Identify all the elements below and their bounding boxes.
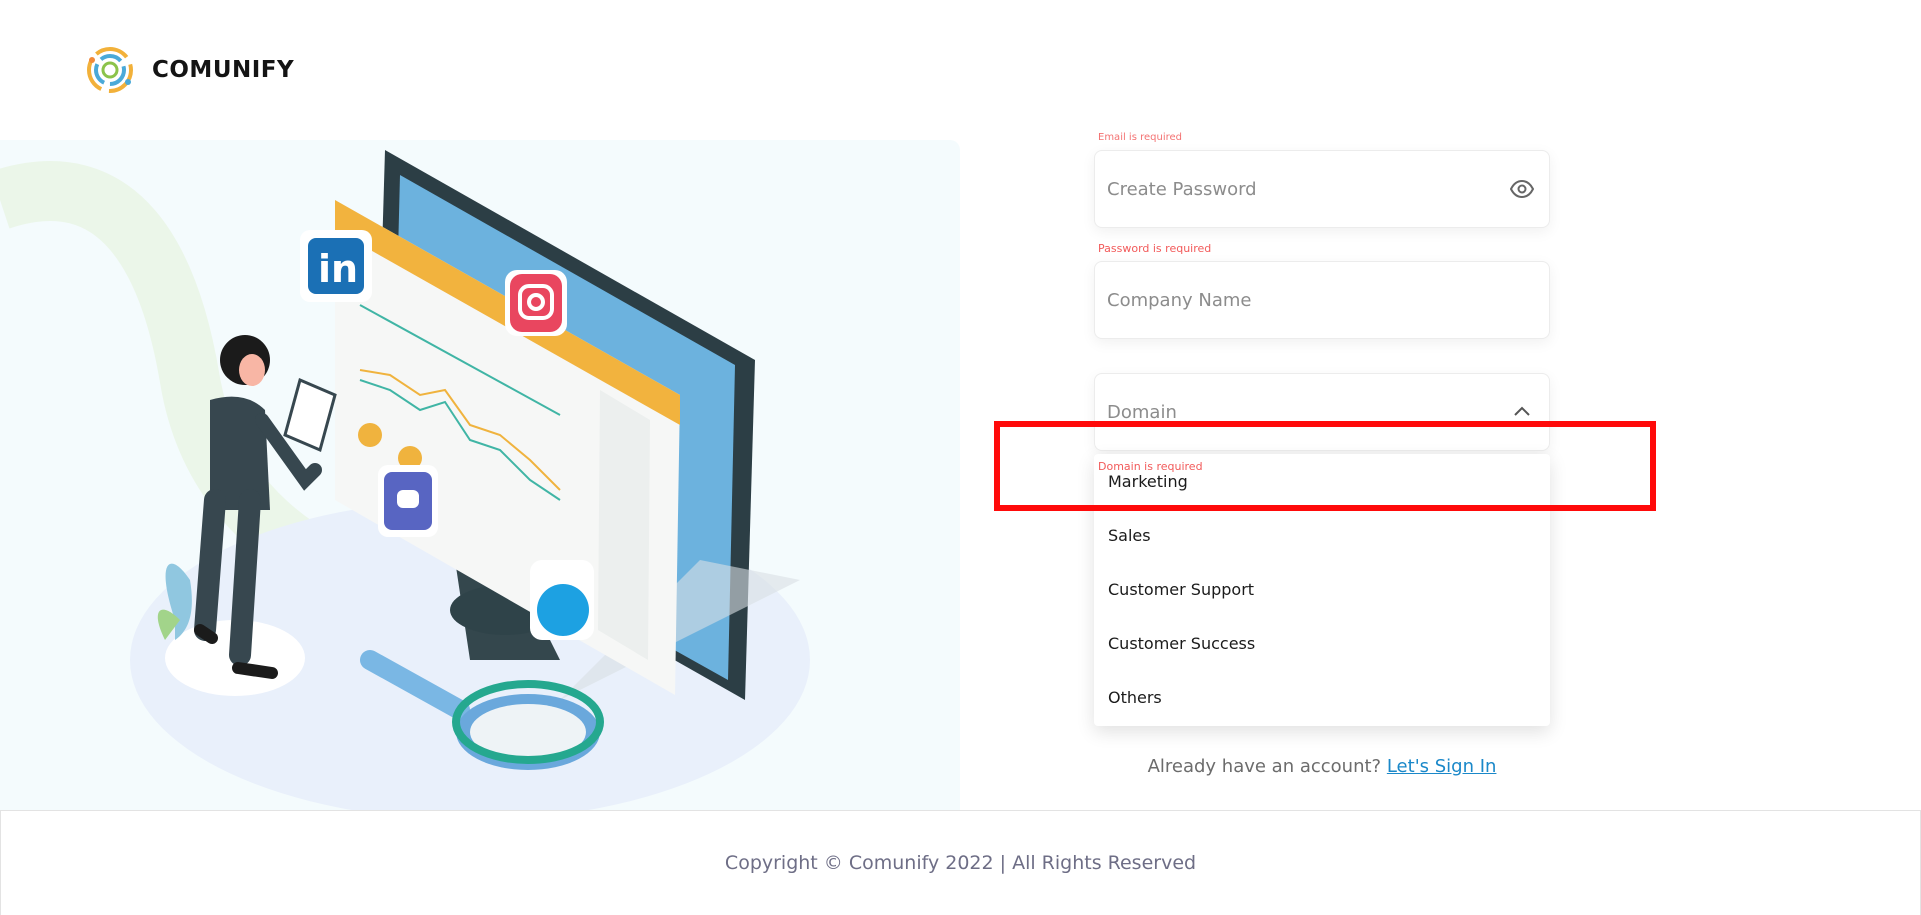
domain-option-sales[interactable]: Sales [1094,508,1550,562]
company-name-field[interactable]: Company Name [1094,261,1550,339]
domain-dropdown-menu: Marketing Sales Customer Support Custome… [1094,454,1550,726]
svg-text:in: in [318,247,358,291]
signin-prompt-text: Already have an account? [1147,756,1382,777]
signup-page: COMUNIFY in Email is required Create Pas… [0,0,1921,915]
email-error-text: Email is required [1098,132,1182,143]
domain-option-customer-support[interactable]: Customer Support [1094,562,1550,616]
domain-error-text: Domain is required [1098,460,1203,473]
signin-prompt: Already have an account? Let's Sign In [1094,756,1550,777]
company-name-placeholder: Company Name [1107,289,1252,311]
footer: Copyright © Comunify 2022 | All Rights R… [0,810,1921,915]
brand-name: COMUNIFY [152,57,295,83]
domain-placeholder: Domain [1107,401,1177,423]
comunify-logo-icon [87,47,133,93]
password-placeholder: Create Password [1107,178,1257,200]
copyright-text: Copyright © Comunify 2022 | All Rights R… [724,852,1197,874]
password-field[interactable]: Create Password [1094,150,1550,228]
domain-select[interactable]: Domain [1094,373,1550,451]
signin-link[interactable]: Let's Sign In [1387,756,1497,777]
password-error-text: Password is required [1098,242,1212,255]
domain-option-others[interactable]: Others [1094,670,1550,724]
hero-illustration: in [0,140,960,810]
chevron-up-icon[interactable] [1507,397,1537,427]
eye-icon[interactable] [1507,174,1537,204]
logo[interactable]: COMUNIFY [84,44,294,96]
domain-option-customer-success[interactable]: Customer Success [1094,616,1550,670]
